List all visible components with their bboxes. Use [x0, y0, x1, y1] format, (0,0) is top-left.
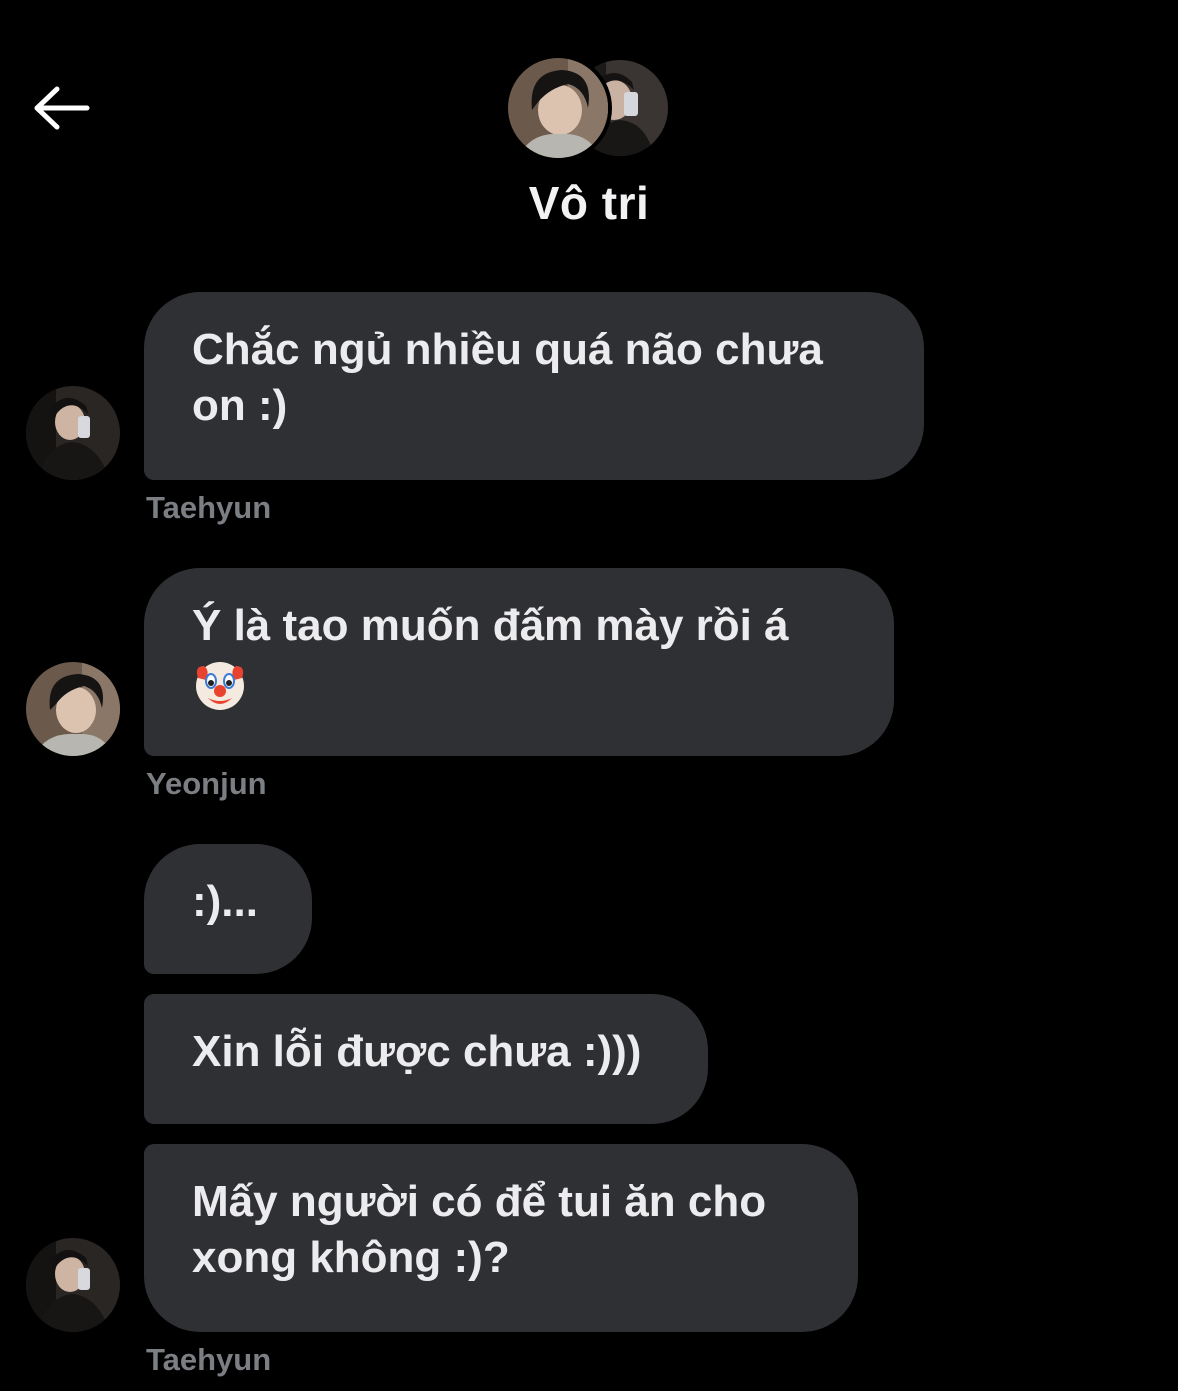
arrow-left-icon: [34, 86, 90, 130]
message-bubble[interactable]: Xin lỗi được chưa :))): [144, 994, 708, 1124]
back-button[interactable]: [30, 78, 94, 138]
sender-avatar[interactable]: [26, 386, 120, 480]
message-bubble[interactable]: Mấy người có để tui ăn cho xong không :)…: [144, 1144, 858, 1332]
conversation-title: Vô tri: [528, 177, 650, 229]
member-avatar: [508, 58, 608, 158]
message-text: on :): [192, 381, 288, 430]
message-bubble[interactable]: Ý là tao muốn đấm mày rồi á: [144, 568, 894, 756]
sender-name: Taehyun: [146, 490, 272, 525]
sender-avatar[interactable]: [26, 1238, 120, 1332]
sender-avatar[interactable]: [26, 662, 120, 756]
sender-name: Taehyun: [146, 1342, 272, 1377]
message-text: Mấy người có để tui ăn cho: [192, 1177, 767, 1226]
message-text: Chắc ngủ nhiều quá não chưa: [192, 325, 823, 374]
group-avatar[interactable]: [508, 58, 670, 158]
message-bubble[interactable]: :)...: [144, 844, 312, 974]
message-text: xong không :)?: [192, 1233, 510, 1282]
message-bubble[interactable]: Chắc ngủ nhiều quá não chưa on :): [144, 292, 924, 480]
clown-face-emoji: [196, 662, 244, 711]
message-text: :)...: [192, 877, 258, 926]
message-text: Ý là tao muốn đấm mày rồi á: [192, 601, 789, 650]
sender-name: Yeonjun: [146, 766, 267, 801]
message-text: Xin lỗi được chưa :))): [192, 1027, 642, 1076]
